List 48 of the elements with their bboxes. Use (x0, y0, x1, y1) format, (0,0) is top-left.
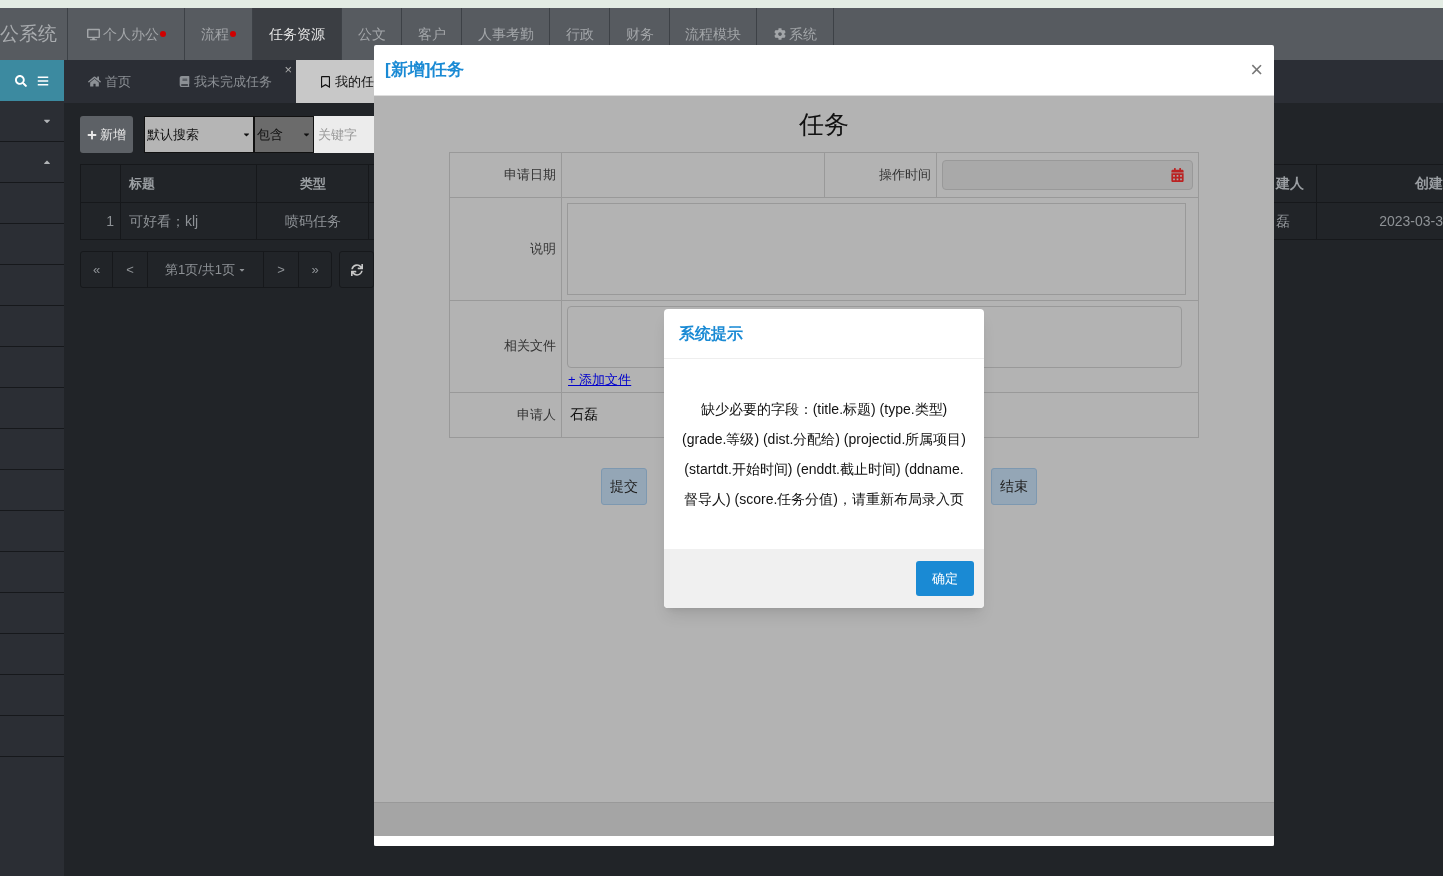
nav-item[interactable]: 任务资源 (253, 8, 342, 60)
field-label: 申请日期 (450, 152, 562, 197)
tab[interactable]: 我未完成任务 × (155, 60, 296, 103)
keyword-field[interactable]: 关键字 (314, 116, 374, 153)
close-button[interactable]: × (1250, 59, 1263, 81)
add-file-link[interactable]: + 添加文件 (568, 369, 632, 389)
monitor-icon (86, 27, 100, 41)
menu-icon[interactable] (37, 74, 49, 87)
end-button[interactable]: 结束 (991, 467, 1037, 505)
plus-icon (87, 129, 97, 140)
alert-message: 缺少必要的字段：(title.标题) (type.类型) (grade.等级) (dist.分配给) (projectid.所属项目) (startdt.开始时间) (enddt.截止时间) (ddname.督导人) (score.任务分值)，请重新布局录入页 (682, 400, 966, 509)
settings-icon (773, 28, 786, 40)
column-header: 类型 (257, 165, 369, 202)
first-page-button[interactable]: « (81, 252, 113, 287)
home-icon (88, 75, 101, 88)
bookmark-icon (320, 75, 331, 88)
date-field[interactable] (942, 159, 1193, 190)
last-page-button[interactable]: » (299, 252, 331, 287)
match-select[interactable]: 包含 (254, 116, 314, 153)
scope-select[interactable]: 默认搜索 (144, 116, 254, 153)
ok-button[interactable]: 确定 (916, 561, 974, 596)
field-label: 操作时间 (825, 152, 937, 197)
field-label: 申请人 (450, 392, 562, 437)
applicant-value: 石磊 (569, 405, 598, 424)
field-label: 相关文件 (450, 300, 562, 392)
alert-title: 系统提示 (679, 323, 743, 344)
chevron-icon (242, 130, 251, 139)
column-header: 标题 (121, 165, 257, 202)
calendar-icon[interactable] (1171, 167, 1184, 182)
chevron-icon (302, 130, 311, 139)
next-page-button[interactable]: > (264, 252, 299, 287)
form-title: 任务 (799, 109, 849, 140)
refresh-icon (350, 263, 363, 276)
table-cell-text: 2023-03-3 (1378, 211, 1443, 231)
close-icon[interactable]: × (284, 60, 292, 80)
table-cell: 可好看；klj (121, 203, 257, 239)
tab[interactable]: 首页 (64, 60, 155, 103)
submit-button[interactable]: 提交 (601, 467, 647, 505)
prev-page-button[interactable]: < (113, 252, 148, 287)
field-label: 说明 (450, 197, 562, 300)
column-header: 创建 (1414, 174, 1443, 193)
search-icon[interactable] (15, 74, 27, 87)
description-field[interactable] (567, 202, 1186, 295)
add-button[interactable]: 新增 (80, 116, 133, 153)
book-icon (179, 76, 190, 87)
page-dropdown[interactable]: 第1页/共1页 (148, 252, 264, 287)
row-number: 1 (81, 203, 121, 239)
table-cell: 喷码任务 (257, 203, 369, 239)
